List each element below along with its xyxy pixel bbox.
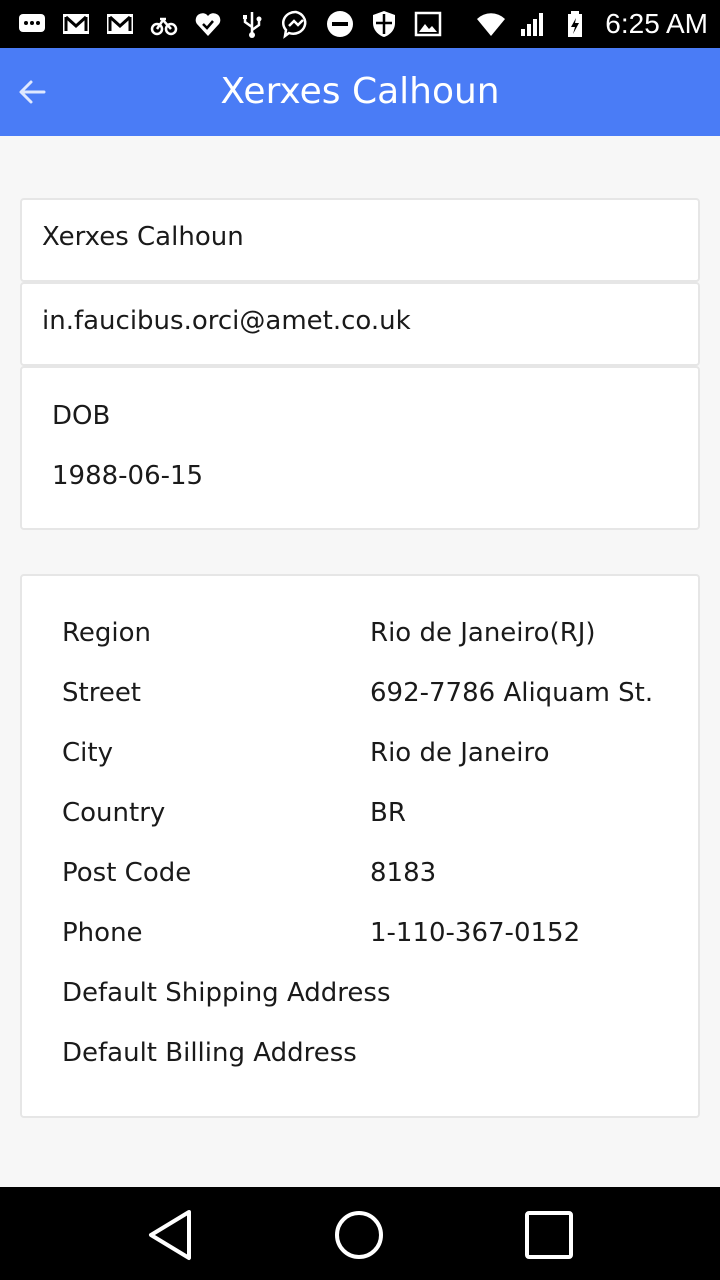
dob-field[interactable]: DOB 1988-06-15 bbox=[20, 366, 700, 530]
circle-home-icon bbox=[335, 1211, 383, 1259]
nav-home-button[interactable] bbox=[329, 1205, 389, 1265]
nav-back-button[interactable] bbox=[140, 1205, 200, 1265]
messenger-icon bbox=[280, 8, 312, 40]
image-icon bbox=[412, 8, 444, 40]
status-clock: 6:25 AM bbox=[605, 8, 708, 39]
system-icons: 6:25 AM bbox=[475, 8, 708, 40]
shield-icon bbox=[368, 8, 400, 40]
city-value: Rio de Janeiro bbox=[370, 738, 550, 768]
dob-label: DOB bbox=[52, 401, 111, 431]
default-billing-label: Default Billing Address bbox=[62, 1038, 357, 1068]
triangle-back-icon bbox=[149, 1210, 191, 1260]
country-label: Country bbox=[62, 798, 166, 828]
phone-value: 1-110-367-0152 bbox=[370, 918, 581, 948]
status-bar: 6:25 AM bbox=[0, 0, 720, 48]
bike-icon bbox=[148, 8, 180, 40]
wifi-icon bbox=[475, 8, 507, 40]
city-label: City bbox=[62, 738, 113, 768]
post-code-label: Post Code bbox=[62, 858, 192, 888]
gmail-icon bbox=[60, 8, 92, 40]
email-field[interactable]: in.faucibus.orci@amet.co.uk bbox=[20, 282, 700, 366]
message-icon bbox=[16, 8, 48, 40]
square-recents-icon bbox=[525, 1211, 573, 1259]
default-shipping-label: Default Shipping Address bbox=[62, 978, 391, 1008]
name-value: Xerxes Calhoun bbox=[42, 222, 244, 252]
navigation-bar bbox=[0, 1187, 720, 1280]
region-value: Rio de Janeiro(RJ) bbox=[370, 618, 596, 648]
notification-icons bbox=[16, 8, 444, 40]
address-card[interactable]: Region Rio de Janeiro(RJ) Street 692-778… bbox=[20, 574, 700, 1118]
page-title: Xerxes Calhoun bbox=[220, 71, 500, 112]
usb-icon bbox=[236, 8, 268, 40]
back-button[interactable] bbox=[8, 68, 56, 116]
gmail-icon bbox=[104, 8, 136, 40]
heart-check-icon bbox=[192, 8, 224, 40]
street-label: Street bbox=[62, 678, 142, 708]
name-field[interactable]: Xerxes Calhoun bbox=[20, 198, 700, 282]
phone-label: Phone bbox=[62, 918, 143, 948]
signal-icon bbox=[517, 8, 549, 40]
street-value: 692-7786 Aliquam St. bbox=[370, 678, 654, 708]
app-bar: Xerxes Calhoun bbox=[0, 48, 720, 136]
region-label: Region bbox=[62, 618, 152, 648]
email-value: in.faucibus.orci@amet.co.uk bbox=[42, 306, 411, 336]
dob-value: 1988-06-15 bbox=[52, 461, 204, 491]
country-value: BR bbox=[370, 798, 406, 828]
battery-icon bbox=[559, 8, 591, 40]
nav-recents-button[interactable] bbox=[519, 1205, 579, 1265]
back-arrow-icon bbox=[19, 80, 46, 104]
do-not-disturb-icon bbox=[324, 8, 356, 40]
post-code-value: 8183 bbox=[370, 858, 437, 888]
